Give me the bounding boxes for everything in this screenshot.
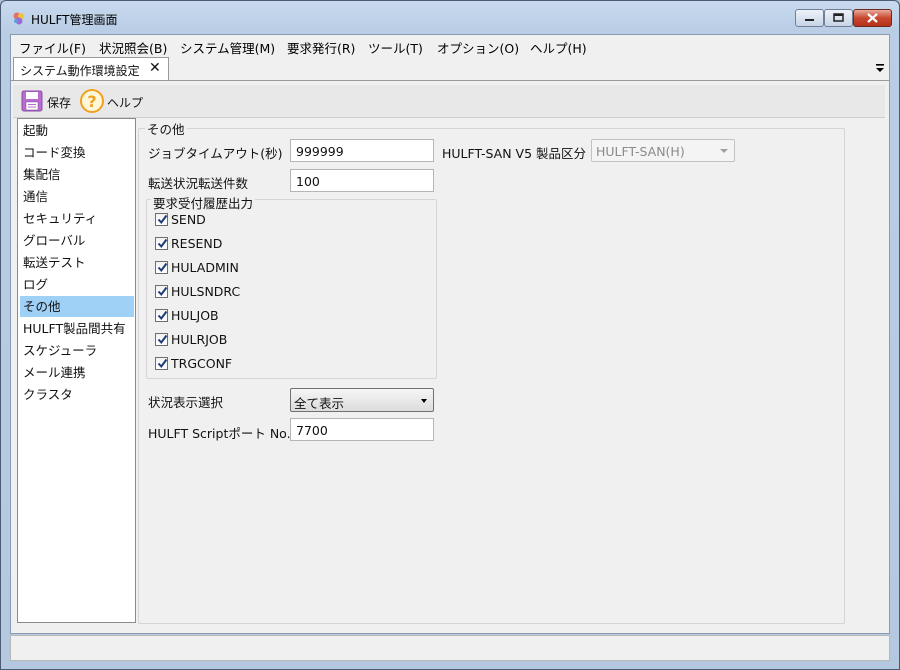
nav-item-transfer-test[interactable]: 転送テスト (20, 252, 134, 273)
nav-item-distribution[interactable]: 集配信 (20, 164, 134, 185)
checkbox-box[interactable] (155, 333, 168, 346)
checkbox-box[interactable] (155, 357, 168, 370)
san-product-value: HULFT-SAN(H) (596, 144, 685, 159)
menu-bar: ファイル(F) 状況照会(B) システム管理(M) 要求発行(R) ツール(T)… (11, 35, 889, 56)
checkbox-label: HULJOB (171, 308, 219, 323)
transfer-count-label: 転送状況転送件数 (148, 176, 249, 191)
history-output-group: SEND RESEND HULADMIN HULSNDRC HULJOB HUL… (146, 199, 437, 379)
other-group-title: その他 (145, 119, 187, 138)
other-settings-panel: その他 ジョブタイムアウト(秒) 999999 HULFT-SAN V5 製品区… (138, 118, 848, 624)
menu-tools[interactable]: ツール(T) (368, 38, 423, 57)
checkbox-box[interactable] (155, 285, 168, 298)
status-display-value: 全て表示 (294, 396, 345, 411)
client-area: ファイル(F) 状況照会(B) システム管理(M) 要求発行(R) ツール(T)… (10, 34, 890, 634)
checkbox-box[interactable] (155, 261, 168, 274)
checkbox-box[interactable] (155, 213, 168, 226)
menu-help[interactable]: ヘルプ(H) (530, 38, 587, 57)
chevron-down-icon (421, 399, 427, 403)
history-output-title: 要求受付履歴出力 (151, 193, 256, 212)
close-icon (867, 13, 878, 23)
checkbox-box[interactable] (155, 237, 168, 250)
checkbox-box[interactable] (155, 309, 168, 322)
settings-content: 保存 ? ヘルプ 起動 コード変換 集配信 通信 セキュリティ グローバル 転送… (11, 81, 889, 633)
tab-strip: システム動作環境設定 ✕ (11, 56, 889, 81)
toolbar: 保存 ? ヘルプ (13, 85, 885, 118)
check-icon (157, 334, 168, 345)
help-icon: ? (80, 89, 104, 113)
check-icon (157, 358, 168, 369)
tab-list-dropdown-icon[interactable] (874, 61, 886, 75)
help-button[interactable]: ? ヘルプ (79, 88, 149, 114)
nav-item-other[interactable]: その他 (20, 296, 134, 317)
window-title: HULFT管理画面 (31, 13, 118, 27)
app-icon (13, 12, 24, 25)
app-window: HULFT管理画面 ファイル(F) 状況照会(B) システム管理(M) 要求発行… (0, 0, 900, 670)
checkbox-label: HULADMIN (171, 260, 239, 275)
nav-item-mail[interactable]: メール連携 (20, 362, 134, 383)
menu-request[interactable]: 要求発行(R) (287, 38, 355, 57)
settings-category-list: 起動 コード変換 集配信 通信 セキュリティ グローバル 転送テスト ログ その… (17, 118, 136, 623)
nav-item-cluster[interactable]: クラスタ (20, 384, 134, 405)
close-window-button[interactable] (853, 9, 892, 27)
status-display-label: 状況表示選択 (148, 395, 224, 410)
menu-status[interactable]: 状況照会(B) (99, 38, 167, 57)
transfer-count-input[interactable]: 100 (290, 169, 434, 192)
tab-system-settings[interactable]: システム動作環境設定 ✕ (13, 57, 169, 80)
save-button[interactable]: 保存 (19, 88, 75, 114)
nav-item-scheduler[interactable]: スケジューラ (20, 340, 134, 361)
title-bar[interactable]: HULFT管理画面 (1, 1, 899, 35)
san-product-label: HULFT-SAN V5 製品区分 (442, 146, 587, 161)
script-port-input[interactable]: 7700 (290, 418, 434, 441)
tab-label: システム動作環境設定 (20, 64, 140, 78)
checkbox-label: RESEND (171, 236, 223, 251)
maximize-button[interactable] (824, 9, 853, 27)
nav-item-code-conversion[interactable]: コード変換 (20, 142, 134, 163)
nav-item-startup[interactable]: 起動 (20, 120, 134, 141)
check-icon (157, 262, 168, 273)
tab-close-icon[interactable]: ✕ (149, 60, 161, 76)
nav-item-product-sharing[interactable]: HULFT製品間共有 (20, 318, 134, 339)
maximize-icon (833, 13, 844, 22)
san-product-select[interactable]: HULFT-SAN(H) (591, 139, 735, 162)
checkbox-label: HULSNDRC (171, 284, 241, 299)
check-icon (157, 310, 168, 321)
status-bar (10, 635, 890, 661)
menu-options[interactable]: オプション(O) (437, 38, 519, 57)
help-label: ヘルプ (107, 96, 144, 110)
save-label: 保存 (47, 96, 72, 110)
check-icon (157, 214, 168, 225)
chevron-down-icon (720, 149, 728, 153)
menu-file[interactable]: ファイル(F) (19, 38, 86, 57)
nav-item-security[interactable]: セキュリティ (20, 208, 134, 229)
job-timeout-label: ジョブタイムアウト(秒) (148, 146, 283, 161)
nav-item-log[interactable]: ログ (20, 274, 134, 295)
nav-item-communication[interactable]: 通信 (20, 186, 134, 207)
checkbox-label: TRGCONF (171, 356, 233, 371)
minimize-icon (805, 19, 814, 21)
check-icon (157, 286, 168, 297)
menu-system[interactable]: システム管理(M) (180, 38, 275, 57)
save-icon (21, 90, 43, 112)
minimize-button[interactable] (795, 9, 824, 27)
status-display-select[interactable]: 全て表示 (290, 388, 434, 412)
script-port-label: HULFT Scriptポート No. (148, 426, 291, 441)
check-icon (157, 238, 168, 249)
job-timeout-input[interactable]: 999999 (290, 139, 434, 162)
nav-item-global[interactable]: グローバル (20, 230, 134, 251)
checkbox-label: SEND (171, 212, 206, 227)
checkbox-label: HULRJOB (171, 332, 228, 347)
svg-text:?: ? (87, 92, 96, 111)
